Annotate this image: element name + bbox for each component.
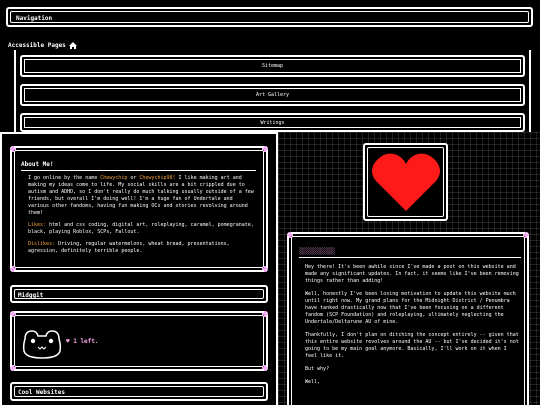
heart-frame (363, 143, 448, 221)
blog-paragraph: Hey there! It's been awhile since I've m… (305, 264, 519, 284)
name-chewychip98: Chewychip98! (139, 175, 176, 181)
nav-link-label: Writings (260, 119, 285, 126)
nav-link-sitemap[interactable]: Sitemap (20, 55, 525, 77)
about-me-title: About Me! (21, 161, 54, 168)
nav-rail-left (14, 50, 16, 132)
corner-ornament (262, 365, 268, 371)
nav-link-label: Art Gallery (255, 92, 290, 98)
froggit-sprite-icon (22, 330, 62, 359)
corner-ornament (523, 232, 529, 238)
likes-label: Likes: (28, 222, 47, 228)
blog-paragraph: Well, (305, 379, 321, 385)
corner-ornament (10, 365, 16, 371)
nav-link-writings[interactable]: Writings (20, 113, 525, 132)
blog-post-tag: ░░░░░░░░░░ (299, 248, 336, 255)
corner-ornament (10, 146, 16, 152)
accessible-pages-label: Accessible Pages (8, 42, 66, 49)
about-me-intro: I go online by the name Chewychip or Che… (28, 175, 254, 216)
midggit-title: Midggit (18, 292, 44, 299)
blog-post-panel: ░░░░░░░░░░ Hey there! It's been awhile s… (287, 232, 529, 405)
corner-ornament (262, 146, 268, 152)
about-me-panel: About Me! I go online by the name Chewyc… (10, 146, 268, 272)
navigation-bar: Navigation (6, 7, 533, 27)
corner-ornament (10, 311, 16, 317)
blog-underline (299, 257, 521, 258)
name-chewychip: Chewychip (100, 175, 128, 181)
nav-link-art-gallery[interactable]: Art Gallery (20, 84, 525, 106)
corner-ornament (262, 266, 268, 272)
cool-websites-header: Cool Websites (10, 382, 268, 401)
blog-paragraph: But why? (305, 366, 330, 372)
midggit-panel: ♥ 1 left. (10, 311, 268, 371)
nav-link-label: Sitemap (261, 63, 284, 69)
blog-post-body: Hey there! It's been awhile since I've m… (305, 264, 519, 386)
left-column-border (0, 132, 2, 405)
midggit-header: Midggit (10, 285, 268, 303)
blog-paragraph: Thankfully, I don't plan on ditching the… (305, 332, 519, 359)
corner-ornament (10, 266, 16, 272)
corner-ornament (262, 311, 268, 317)
home-icon (68, 42, 77, 49)
midggit-status: ♥ 1 left. (66, 338, 99, 345)
heart-icon (372, 153, 440, 211)
corner-ornament (287, 232, 293, 238)
accessible-pages-heading: Accessible Pages (8, 42, 77, 49)
dislikes-text: Dislikes: Driving, regular watermelons, … (28, 241, 230, 254)
nav-rail-right (529, 50, 531, 132)
cool-websites-title: Cool Websites (18, 389, 65, 396)
blog-paragraph: Well, honestly I've been losing motivati… (305, 291, 516, 325)
about-me-text: I go online by the name Chewychip or Che… (28, 175, 256, 255)
dislikes-label: Dislikes: (28, 241, 56, 247)
about-me-underline (21, 170, 256, 171)
likes-text: Likes: html and css coding, digital art,… (28, 222, 254, 235)
navigation-title: Navigation (16, 15, 53, 22)
